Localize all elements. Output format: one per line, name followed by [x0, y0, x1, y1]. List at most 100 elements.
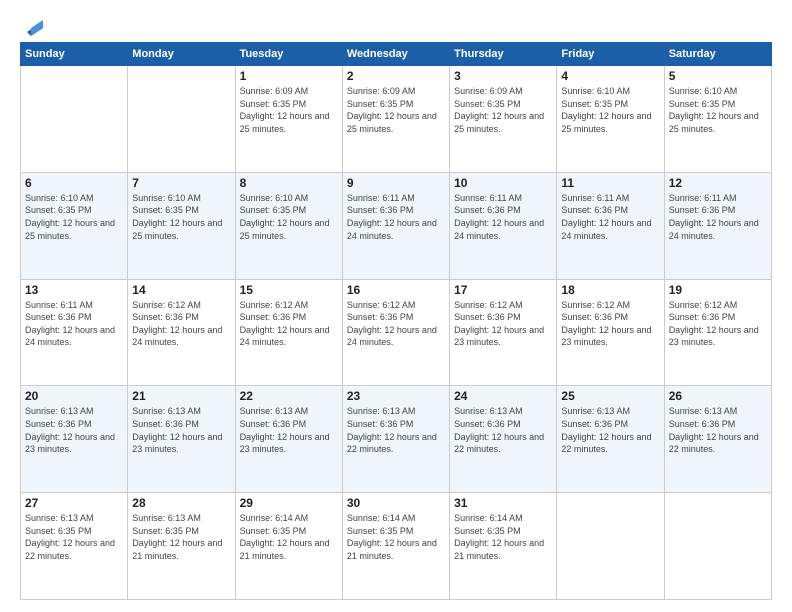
calendar-cell: 9 Sunrise: 6:11 AM Sunset: 6:36 PM Daylig…: [342, 172, 449, 279]
day-number: 20: [25, 389, 123, 403]
calendar-cell: 19 Sunrise: 6:12 AM Sunset: 6:36 PM Dayli…: [664, 279, 771, 386]
day-number: 6: [25, 176, 123, 190]
day-number: 14: [132, 283, 230, 297]
day-info: Sunrise: 6:13 AM Sunset: 6:36 PM Dayligh…: [240, 405, 338, 455]
calendar-cell: 25Sunrise: 6:13 AM Sunset: 6:36 PM Dayli…: [557, 386, 664, 493]
day-info: Sunrise: 6:11 AM Sunset: 6:36 PM Dayligh…: [25, 299, 123, 349]
calendar-cell: 5 Sunrise: 6:10 AM Sunset: 6:35 PM Daylig…: [664, 66, 771, 173]
calendar-cell: 17 Sunrise: 6:12 AM Sunset: 6:36 PM Dayli…: [450, 279, 557, 386]
day-info: Sunrise: 6:12 AM Sunset: 6:36 PM Dayligh…: [132, 299, 230, 349]
day-number: 12: [669, 176, 767, 190]
day-number: 19: [669, 283, 767, 297]
calendar-cell: 11 Sunrise: 6:11 AM Sunset: 6:36 PM Dayli…: [557, 172, 664, 279]
day-number: 28: [132, 496, 230, 510]
day-info: Sunrise: 6:11 AM Sunset: 6:36 PM Dayligh…: [347, 192, 445, 242]
day-number: 23: [347, 389, 445, 403]
day-number: 30: [347, 496, 445, 510]
day-info: Sunrise: 6:13 AM Sunset: 6:36 PM Dayligh…: [25, 405, 123, 455]
week-row-5: 27Sunrise: 6:13 AM Sunset: 6:35 PM Dayli…: [21, 493, 772, 600]
col-header-thursday: Thursday: [450, 43, 557, 66]
day-number: 4: [561, 69, 659, 83]
calendar-cell: 29 Sunrise: 6:14 AM Sunset: 6:35 PM Dayli…: [235, 493, 342, 600]
calendar-cell: 15 Sunrise: 6:12 AM Sunset: 6:36 PM Dayli…: [235, 279, 342, 386]
day-info: Sunrise: 6:14 AM Sunset: 6:35 PM Dayligh…: [240, 512, 338, 562]
calendar-cell: 2 Sunrise: 6:09 AM Sunset: 6:35 PM Daylig…: [342, 66, 449, 173]
calendar-cell: 24 Sunrise: 6:13 AM Sunset: 6:36 PM Dayli…: [450, 386, 557, 493]
calendar-cell: [21, 66, 128, 173]
day-number: 8: [240, 176, 338, 190]
calendar-cell: 18 Sunrise: 6:12 AM Sunset: 6:36 PM Dayli…: [557, 279, 664, 386]
day-number: 17: [454, 283, 552, 297]
calendar-cell: 28 Sunrise: 6:13 AM Sunset: 6:35 PM Dayli…: [128, 493, 235, 600]
day-info: Sunrise: 6:09 AM Sunset: 6:35 PM Dayligh…: [454, 85, 552, 135]
calendar-cell: 10 Sunrise: 6:11 AM Sunset: 6:36 PM Dayli…: [450, 172, 557, 279]
day-info: Sunrise: 6:13 AM Sunset: 6:35 PM Dayligh…: [25, 512, 123, 562]
day-info: Sunrise: 6:12 AM Sunset: 6:36 PM Dayligh…: [347, 299, 445, 349]
day-info: Sunrise: 6:10 AM Sunset: 6:35 PM Dayligh…: [669, 85, 767, 135]
col-header-saturday: Saturday: [664, 43, 771, 66]
calendar-table: SundayMondayTuesdayWednesdayThursdayFrid…: [20, 42, 772, 600]
calendar-cell: 13 Sunrise: 6:11 AM Sunset: 6:36 PM Dayli…: [21, 279, 128, 386]
calendar-cell: 21Sunrise: 6:13 AM Sunset: 6:36 PM Dayli…: [128, 386, 235, 493]
day-number: 3: [454, 69, 552, 83]
calendar-cell: 12 Sunrise: 6:11 AM Sunset: 6:36 PM Dayli…: [664, 172, 771, 279]
calendar-header-row: SundayMondayTuesdayWednesdayThursdayFrid…: [21, 43, 772, 66]
day-info: Sunrise: 6:12 AM Sunset: 6:36 PM Dayligh…: [240, 299, 338, 349]
day-info: Sunrise: 6:13 AM Sunset: 6:35 PM Dayligh…: [132, 512, 230, 562]
day-info: Sunrise: 6:12 AM Sunset: 6:36 PM Dayligh…: [669, 299, 767, 349]
calendar-cell: 1Sunrise: 6:09 AM Sunset: 6:35 PM Daylig…: [235, 66, 342, 173]
day-info: Sunrise: 6:10 AM Sunset: 6:35 PM Dayligh…: [132, 192, 230, 242]
day-number: 16: [347, 283, 445, 297]
col-header-tuesday: Tuesday: [235, 43, 342, 66]
day-info: Sunrise: 6:10 AM Sunset: 6:35 PM Dayligh…: [561, 85, 659, 135]
day-number: 26: [669, 389, 767, 403]
calendar-cell: 14 Sunrise: 6:12 AM Sunset: 6:36 PM Dayli…: [128, 279, 235, 386]
day-info: Sunrise: 6:12 AM Sunset: 6:36 PM Dayligh…: [454, 299, 552, 349]
day-number: 24: [454, 389, 552, 403]
calendar-cell: 4 Sunrise: 6:10 AM Sunset: 6:35 PM Daylig…: [557, 66, 664, 173]
calendar-cell: 16 Sunrise: 6:12 AM Sunset: 6:36 PM Dayli…: [342, 279, 449, 386]
day-info: Sunrise: 6:12 AM Sunset: 6:36 PM Dayligh…: [561, 299, 659, 349]
day-number: 25: [561, 389, 659, 403]
page: SundayMondayTuesdayWednesdayThursdayFrid…: [0, 0, 792, 612]
day-info: Sunrise: 6:10 AM Sunset: 6:35 PM Dayligh…: [25, 192, 123, 242]
header: [20, 16, 772, 32]
calendar-cell: 31Sunrise: 6:14 AM Sunset: 6:35 PM Dayli…: [450, 493, 557, 600]
day-number: 29: [240, 496, 338, 510]
col-header-monday: Monday: [128, 43, 235, 66]
day-number: 15: [240, 283, 338, 297]
col-header-friday: Friday: [557, 43, 664, 66]
day-number: 9: [347, 176, 445, 190]
calendar-cell: 8 Sunrise: 6:10 AM Sunset: 6:35 PM Daylig…: [235, 172, 342, 279]
day-number: 5: [669, 69, 767, 83]
day-number: 22: [240, 389, 338, 403]
day-info: Sunrise: 6:09 AM Sunset: 6:35 PM Dayligh…: [347, 85, 445, 135]
calendar-cell: 6 Sunrise: 6:10 AM Sunset: 6:35 PM Daylig…: [21, 172, 128, 279]
day-number: 13: [25, 283, 123, 297]
day-number: 2: [347, 69, 445, 83]
week-row-3: 13 Sunrise: 6:11 AM Sunset: 6:36 PM Dayli…: [21, 279, 772, 386]
calendar-cell: 27Sunrise: 6:13 AM Sunset: 6:35 PM Dayli…: [21, 493, 128, 600]
week-row-4: 20 Sunrise: 6:13 AM Sunset: 6:36 PM Dayli…: [21, 386, 772, 493]
day-info: Sunrise: 6:13 AM Sunset: 6:36 PM Dayligh…: [454, 405, 552, 455]
col-header-wednesday: Wednesday: [342, 43, 449, 66]
calendar-cell: 7 Sunrise: 6:10 AM Sunset: 6:35 PM Daylig…: [128, 172, 235, 279]
day-number: 7: [132, 176, 230, 190]
day-info: Sunrise: 6:11 AM Sunset: 6:36 PM Dayligh…: [454, 192, 552, 242]
day-info: Sunrise: 6:10 AM Sunset: 6:35 PM Dayligh…: [240, 192, 338, 242]
day-number: 18: [561, 283, 659, 297]
calendar-cell: 23Sunrise: 6:13 AM Sunset: 6:36 PM Dayli…: [342, 386, 449, 493]
day-number: 11: [561, 176, 659, 190]
day-info: Sunrise: 6:13 AM Sunset: 6:36 PM Dayligh…: [132, 405, 230, 455]
day-info: Sunrise: 6:11 AM Sunset: 6:36 PM Dayligh…: [669, 192, 767, 242]
day-info: Sunrise: 6:11 AM Sunset: 6:36 PM Dayligh…: [561, 192, 659, 242]
calendar-cell: [128, 66, 235, 173]
col-header-sunday: Sunday: [21, 43, 128, 66]
logo: [20, 16, 43, 32]
calendar-cell: [557, 493, 664, 600]
calendar-cell: 22 Sunrise: 6:13 AM Sunset: 6:36 PM Dayli…: [235, 386, 342, 493]
calendar-cell: [664, 493, 771, 600]
calendar-cell: 20 Sunrise: 6:13 AM Sunset: 6:36 PM Dayli…: [21, 386, 128, 493]
day-number: 10: [454, 176, 552, 190]
calendar-cell: 3 Sunrise: 6:09 AM Sunset: 6:35 PM Daylig…: [450, 66, 557, 173]
